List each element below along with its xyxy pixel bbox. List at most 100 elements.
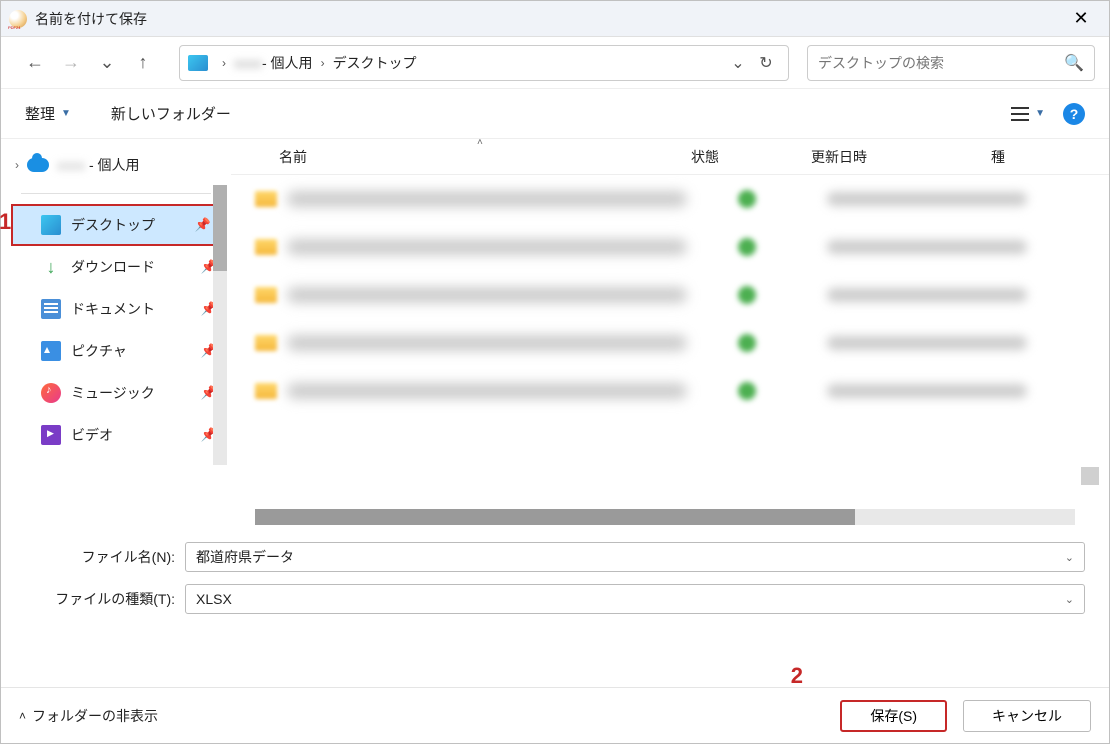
file-date-blur (827, 288, 1027, 302)
refresh-icon[interactable]: ↻ (752, 53, 780, 73)
tree-root-onedrive[interactable]: › xxxx - 個人用 (1, 145, 231, 185)
folder-icon (255, 239, 277, 255)
document-icon (41, 299, 61, 319)
sidebar-item-music[interactable]: ミュージック 📌 (1, 372, 231, 414)
file-date-blur (827, 192, 1027, 206)
column-status[interactable]: 状態 (691, 147, 811, 167)
filetype-row: ファイルの種類(T): XLSX ⌄ (25, 581, 1085, 617)
column-modified[interactable]: 更新日時 (811, 147, 991, 167)
sidebar: › xxxx - 個人用 1 デスクトップ 📌 ↓ ダウンロード 📌 ドキュメン… (1, 139, 231, 525)
forward-button[interactable]: → (57, 49, 85, 77)
sidebar-item-label: ビデオ (71, 425, 113, 445)
sidebar-item-label: ミュージック (71, 383, 155, 403)
sort-indicator-icon: ˄ (477, 137, 483, 148)
status-badge (738, 286, 756, 304)
breadcrumb-user[interactable]: xxxx (234, 55, 262, 71)
file-name-blur (287, 239, 687, 255)
file-row[interactable] (231, 271, 1109, 319)
sidebar-item-downloads[interactable]: ↓ ダウンロード 📌 (1, 246, 231, 288)
scrollbar-thumb[interactable] (213, 185, 227, 271)
footer: ˄ フォルダーの非表示 保存(S) キャンセル (1, 687, 1109, 743)
chevron-right-icon: › (321, 56, 325, 70)
filename-row: ファイル名(N): 都道府県データ ⌄ (25, 539, 1085, 575)
organize-menu[interactable]: 整理 ▼ (25, 103, 71, 124)
chevron-down-icon: ▼ (1035, 108, 1045, 119)
filename-input[interactable]: 都道府県データ ⌄ (185, 542, 1085, 572)
tree-user-blur: xxxx (57, 157, 85, 173)
status-badge (738, 334, 756, 352)
file-row[interactable] (231, 367, 1109, 415)
folder-icon (255, 287, 277, 303)
tree-root-label: - 個人用 (89, 155, 140, 175)
chevron-down-icon: ▼ (61, 108, 71, 119)
file-date-blur (827, 240, 1027, 254)
chevron-down-icon[interactable]: ⌄ (1065, 551, 1074, 564)
sidebar-item-label: ドキュメント (71, 299, 155, 319)
chevron-down-icon[interactable]: ⌄ (1065, 593, 1074, 606)
chevron-right-icon: › (222, 56, 226, 70)
separator (21, 193, 211, 194)
recent-dropdown[interactable]: ⌄ (93, 49, 121, 77)
search-box[interactable]: 🔍 (807, 45, 1095, 81)
column-headers: ˄ 名前 状態 更新日時 種 (231, 139, 1109, 175)
pin-icon[interactable]: 📌 (195, 217, 211, 233)
file-name-blur (287, 191, 687, 207)
app-icon (9, 10, 27, 28)
sidebar-item-label: デスクトップ (71, 215, 155, 235)
video-icon (41, 425, 61, 445)
cancel-button[interactable]: キャンセル (963, 700, 1091, 732)
search-input[interactable] (818, 55, 1064, 71)
expand-icon[interactable]: › (15, 158, 19, 172)
file-date-blur (827, 384, 1027, 398)
chevron-up-icon: ˄ (19, 709, 26, 723)
file-row[interactable] (231, 223, 1109, 271)
file-date-blur (827, 336, 1027, 350)
sidebar-item-pictures[interactable]: ピクチャ 📌 (1, 330, 231, 372)
download-icon: ↓ (41, 257, 61, 277)
nav-row: ← → ⌄ ↑ › xxxx - 個人用 › デスクトップ ⌄ ↻ 🔍 (1, 37, 1109, 89)
address-history-dropdown[interactable]: ⌄ (724, 53, 752, 73)
file-name-blur (287, 287, 687, 303)
filetype-label: ファイルの種類(T): (25, 589, 185, 609)
filename-label: ファイル名(N): (25, 547, 185, 567)
file-name-blur (287, 335, 687, 351)
vscroll-button[interactable] (1081, 467, 1099, 485)
pictures-icon (41, 341, 61, 361)
breadcrumb-personal[interactable]: - 個人用 (262, 53, 313, 73)
folder-icon (255, 335, 277, 351)
filetype-value: XLSX (196, 591, 232, 607)
annotation-2: 2 (791, 663, 803, 689)
view-menu[interactable]: ▼ (1011, 107, 1045, 121)
breadcrumb-desktop[interactable]: デスクトップ (333, 53, 417, 73)
close-icon[interactable]: ✕ (1061, 8, 1101, 29)
sidebar-scrollbar[interactable] (213, 185, 227, 465)
search-icon[interactable]: 🔍 (1064, 53, 1084, 73)
music-icon (41, 383, 61, 403)
column-name[interactable]: 名前 (231, 147, 691, 167)
onedrive-icon (27, 158, 49, 172)
help-button[interactable]: ? (1063, 103, 1085, 125)
sidebar-item-label: ピクチャ (71, 341, 127, 361)
address-bar[interactable]: › xxxx - 個人用 › デスクトップ ⌄ ↻ (179, 45, 789, 81)
status-badge (738, 238, 756, 256)
file-row[interactable] (231, 319, 1109, 367)
save-button[interactable]: 保存(S) (840, 700, 947, 732)
sidebar-item-label: ダウンロード (71, 257, 155, 277)
hide-folders-toggle[interactable]: ˄ フォルダーの非表示 (19, 706, 158, 726)
up-button[interactable]: ↑ (129, 49, 157, 77)
list-view-icon (1011, 107, 1029, 121)
filetype-select[interactable]: XLSX ⌄ (185, 584, 1085, 614)
sidebar-item-videos[interactable]: ビデオ 📌 (1, 414, 231, 456)
sidebar-item-desktop[interactable]: デスクトップ 📌 (11, 204, 227, 246)
back-button[interactable]: ← (21, 49, 49, 77)
filename-value: 都道府県データ (196, 547, 294, 567)
main-area: › xxxx - 個人用 1 デスクトップ 📌 ↓ ダウンロード 📌 ドキュメン… (1, 139, 1109, 525)
new-folder-button[interactable]: 新しいフォルダー (111, 103, 231, 124)
column-type[interactable]: 種 (991, 147, 1109, 167)
scrollbar-thumb[interactable] (255, 509, 855, 525)
sidebar-item-documents[interactable]: ドキュメント 📌 (1, 288, 231, 330)
folder-icon (255, 383, 277, 399)
file-row[interactable] (231, 175, 1109, 223)
annotation-1: 1 (0, 209, 11, 235)
horizontal-scrollbar[interactable] (255, 509, 1075, 525)
